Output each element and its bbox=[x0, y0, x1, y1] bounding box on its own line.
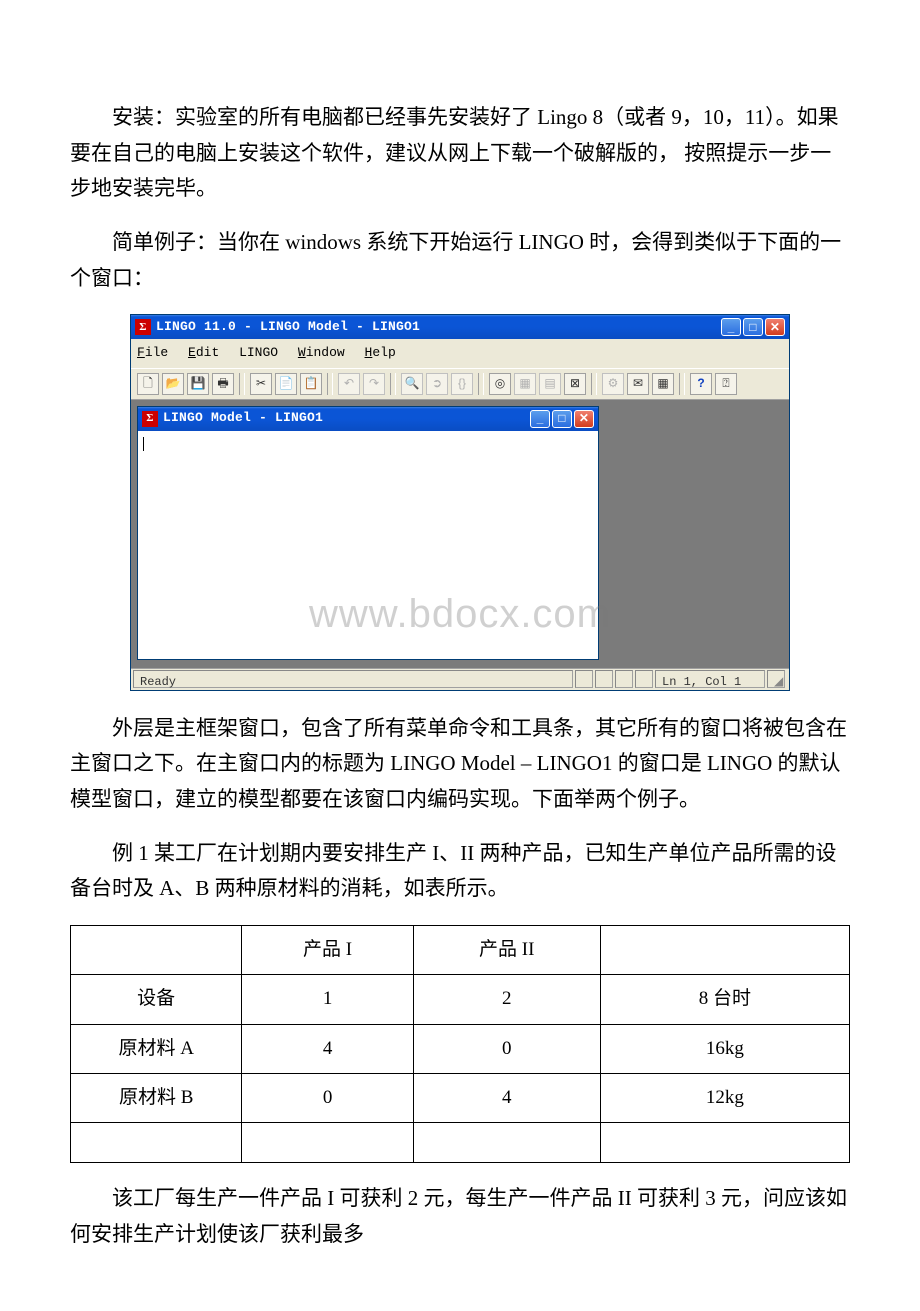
table-cell: 原材料 A bbox=[71, 1024, 242, 1073]
inner-titlebar: Σ LINGO Model - LINGO1 _ □ ✕ bbox=[138, 407, 598, 431]
menu-edit[interactable]: Edit bbox=[188, 345, 219, 360]
table-row: 原材料 A 4 0 16kg bbox=[71, 1024, 850, 1073]
copy-icon[interactable]: 📄 bbox=[275, 373, 297, 395]
inner-window-title: LINGO Model - LINGO1 bbox=[163, 407, 323, 429]
redo-icon[interactable]: ↷ bbox=[363, 373, 385, 395]
app-icon: Σ bbox=[135, 319, 151, 335]
solve-icon[interactable]: ◎ bbox=[489, 373, 511, 395]
table-cell bbox=[71, 1123, 242, 1163]
help-icon[interactable]: ? bbox=[690, 373, 712, 395]
table-row: 原材料 B 0 4 12kg bbox=[71, 1073, 850, 1122]
inner-app-icon: Σ bbox=[142, 411, 158, 427]
menu-bar: File Edit LINGO Window Help bbox=[131, 339, 789, 367]
inner-window: Σ LINGO Model - LINGO1 _ □ ✕ bbox=[137, 406, 599, 660]
outer-titlebar: Σ LINGO 11.0 - LINGO Model - LINGO1 _ □ … bbox=[131, 315, 789, 339]
table-cell: 0 bbox=[242, 1073, 413, 1122]
outer-window-title: LINGO 11.0 - LINGO Model - LINGO1 bbox=[156, 316, 420, 338]
picture-icon[interactable]: ⊠ bbox=[564, 373, 586, 395]
table-cell: 产品 I bbox=[242, 925, 413, 974]
context-help-icon[interactable]: ⍰ bbox=[715, 373, 737, 395]
text-cursor bbox=[143, 437, 144, 451]
tile-icon[interactable]: ▦ bbox=[652, 373, 674, 395]
matrix-icon[interactable]: ▤ bbox=[539, 373, 561, 395]
menu-help[interactable]: Help bbox=[365, 345, 396, 360]
table-cell: 12kg bbox=[600, 1073, 849, 1122]
lingo-screenshot: Σ LINGO 11.0 - LINGO Model - LINGO1 _ □ … bbox=[130, 314, 790, 690]
find-icon[interactable]: 🔍 bbox=[401, 373, 423, 395]
table-cell: 2 bbox=[413, 975, 600, 1024]
table-cell: 16kg bbox=[600, 1024, 849, 1073]
toolbar: 🗋 📂 💾 🖶 ✂ 📄 📋 ↶ ↷ 🔍 ➲ {} ◎ ▦ ▤ ⊠ ⚙ ✉ ▦ bbox=[131, 368, 789, 400]
new-icon[interactable]: 🗋 bbox=[137, 373, 159, 395]
goto-icon[interactable]: ➲ bbox=[426, 373, 448, 395]
solution-icon[interactable]: ▦ bbox=[514, 373, 536, 395]
table-cell bbox=[600, 925, 849, 974]
cut-icon[interactable]: ✂ bbox=[250, 373, 272, 395]
open-icon[interactable]: 📂 bbox=[162, 373, 184, 395]
mdi-client-area: Σ LINGO Model - LINGO1 _ □ ✕ www.bdocx.c… bbox=[131, 400, 789, 668]
table-cell bbox=[71, 925, 242, 974]
paragraph-example-1: 例 1 某工厂在计划期内要安排生产 I、II 两种产品，已知生产单位产品所需的设… bbox=[70, 836, 850, 907]
table-cell: 原材料 B bbox=[71, 1073, 242, 1122]
paragraph-outer-window: 外层是主框架窗口，包含了所有菜单命令和工具条，其它所有的窗口将被包含在主窗口之下… bbox=[70, 711, 850, 818]
table-cell: 产品 II bbox=[413, 925, 600, 974]
table-cell bbox=[242, 1123, 413, 1163]
maximize-button[interactable]: □ bbox=[743, 318, 763, 336]
resize-grip-icon[interactable]: ◢ bbox=[767, 670, 785, 688]
table-cell bbox=[600, 1123, 849, 1163]
inner-maximize-button[interactable]: □ bbox=[552, 410, 572, 428]
menu-lingo[interactable]: LINGO bbox=[239, 345, 278, 360]
print-icon[interactable]: 🖶 bbox=[212, 373, 234, 395]
paragraph-profit: 该工厂每生产一件产品 I 可获利 2 元，每生产一件产品 II 可获利 3 元，… bbox=[70, 1181, 850, 1252]
table-row: 设备 1 2 8 台时 bbox=[71, 975, 850, 1024]
status-pane-1 bbox=[575, 670, 593, 688]
paste-icon[interactable]: 📋 bbox=[300, 373, 322, 395]
table-cell: 0 bbox=[413, 1024, 600, 1073]
inner-minimize-button[interactable]: _ bbox=[530, 410, 550, 428]
table-cell: 1 bbox=[242, 975, 413, 1024]
table-cell: 8 台时 bbox=[600, 975, 849, 1024]
table-row bbox=[71, 1123, 850, 1163]
menu-file[interactable]: File bbox=[137, 345, 168, 360]
status-cursor-position: Ln 1, Col 1 bbox=[655, 670, 765, 688]
status-pane-4 bbox=[635, 670, 653, 688]
menu-window[interactable]: Window bbox=[298, 345, 345, 360]
table-cell: 4 bbox=[242, 1024, 413, 1073]
paragraph-install: 安装：实验室的所有电脑都已经事先安装好了 Lingo 8（或者 9，10，11）… bbox=[70, 100, 850, 207]
undo-icon[interactable]: ↶ bbox=[338, 373, 360, 395]
send-icon[interactable]: ✉ bbox=[627, 373, 649, 395]
table-cell: 4 bbox=[413, 1073, 600, 1122]
table-header-row: 产品 I 产品 II bbox=[71, 925, 850, 974]
resource-table: 产品 I 产品 II 设备 1 2 8 台时 原材料 A 4 0 16kg 原材… bbox=[70, 925, 850, 1163]
status-bar: Ready Ln 1, Col 1 ◢ bbox=[131, 668, 789, 690]
match-paren-icon[interactable]: {} bbox=[451, 373, 473, 395]
save-icon[interactable]: 💾 bbox=[187, 373, 209, 395]
inner-close-button[interactable]: ✕ bbox=[574, 410, 594, 428]
options-icon[interactable]: ⚙ bbox=[602, 373, 624, 395]
table-cell: 设备 bbox=[71, 975, 242, 1024]
status-pane-2 bbox=[595, 670, 613, 688]
paragraph-example-intro: 简单例子：当你在 windows 系统下开始运行 LINGO 时，会得到类似于下… bbox=[70, 225, 850, 296]
code-editor[interactable] bbox=[138, 431, 598, 659]
close-button[interactable]: ✕ bbox=[765, 318, 785, 336]
table-cell bbox=[413, 1123, 600, 1163]
status-pane-3 bbox=[615, 670, 633, 688]
status-ready: Ready bbox=[133, 670, 573, 688]
outer-window: Σ LINGO 11.0 - LINGO Model - LINGO1 _ □ … bbox=[130, 314, 790, 690]
minimize-button[interactable]: _ bbox=[721, 318, 741, 336]
